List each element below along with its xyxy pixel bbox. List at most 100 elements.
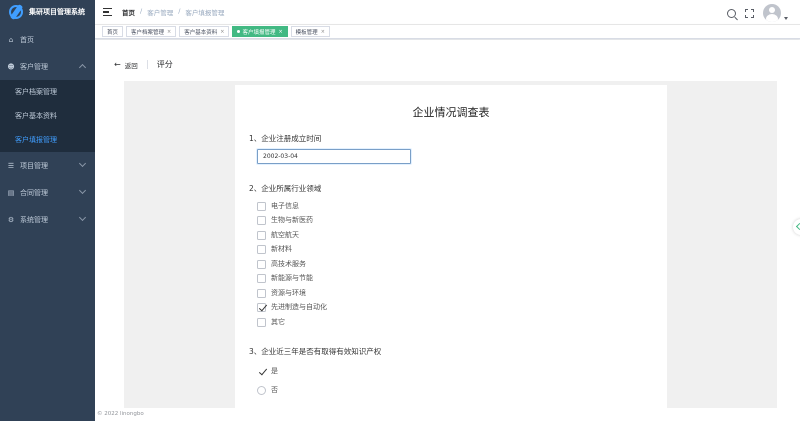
sidebar-item-label: 系统管理 [20, 215, 48, 224]
user-icon: ☻ [7, 62, 15, 71]
checkbox-option[interactable]: 生物与新医药 [257, 215, 313, 225]
sidebar-item-label: 客户管理 [20, 62, 48, 71]
divider [146, 60, 148, 69]
breadcrumb: 首页 / 客户管理 / 客户填报管理 [122, 7, 224, 17]
option-label: 其它 [271, 318, 285, 326]
checkbox-option[interactable]: 电子信息 [257, 201, 299, 211]
book-icon: ▤ [7, 188, 15, 197]
option-label: 生物与新医药 [271, 216, 313, 224]
radio-option[interactable]: 否 [257, 385, 278, 395]
gear-icon: ⚙ [7, 215, 15, 224]
caret-down-icon[interactable] [784, 16, 788, 20]
sidebar-item-customer-basic[interactable]: 客户基本资料 [0, 104, 95, 128]
list-icon: ☰ [7, 161, 15, 170]
question-2-label: 2、企业所属行业领域 [249, 184, 322, 193]
back-button[interactable]: ← 返回 [114, 60, 138, 70]
checkbox[interactable] [257, 230, 266, 240]
checkbox-checked[interactable] [257, 302, 266, 312]
checkbox[interactable] [257, 288, 266, 298]
close-icon[interactable]: × [321, 29, 325, 35]
breadcrumb-item[interactable]: 首页 [122, 7, 135, 17]
avatar[interactable] [763, 4, 781, 22]
sidebar-item-customer-report[interactable]: 客户填报管理 [0, 128, 95, 152]
tag-label: 首页 [107, 29, 119, 36]
sidebar-item-label: 客户基本资料 [15, 112, 57, 120]
question-3-label: 3、企业近三年是否有取得有效知识产权 [249, 347, 382, 356]
sidebar-item-customer[interactable]: ☻ 客户管理 [0, 53, 95, 80]
sidebar-item-label: 客户档案管理 [15, 88, 57, 96]
sidebar-item-customer-archive[interactable]: 客户档案管理 [0, 80, 95, 104]
sidebar-item-home[interactable]: ⌂ 首页 [0, 26, 95, 53]
checkbox-option[interactable]: 航空航天 [257, 230, 299, 240]
checkbox-option[interactable]: 高技术服务 [257, 259, 306, 269]
active-dot-icon [237, 30, 241, 33]
close-icon[interactable]: × [220, 29, 224, 35]
customer-submenu: 客户档案管理 客户基本资料 客户填报管理 [0, 80, 95, 152]
radio[interactable] [257, 385, 266, 395]
search-icon[interactable] [727, 8, 736, 18]
checkbox[interactable] [257, 317, 266, 327]
page-title: 评分 [156, 60, 173, 69]
chevron-up-icon [78, 63, 87, 72]
sidebar-item-system[interactable]: ⚙ 系统管理 [0, 206, 95, 233]
checkbox-option[interactable]: 资源与环境 [257, 288, 306, 298]
checkbox-option[interactable]: 新能源与节能 [257, 273, 313, 283]
checkbox[interactable] [257, 201, 266, 211]
sidebar-item-label: 首页 [20, 35, 34, 44]
fullscreen-icon[interactable] [745, 8, 754, 18]
checkbox[interactable] [257, 215, 266, 225]
option-label: 先进制造与自动化 [271, 303, 327, 311]
breadcrumb-item: 客户填报管理 [185, 9, 225, 17]
radio-option[interactable]: 是 [257, 366, 278, 376]
checkbox[interactable] [257, 244, 266, 254]
form-title: 企业情况调查表 [412, 106, 490, 119]
top-navbar: 首页 / 客户管理 / 客户填报管理 [95, 0, 800, 24]
option-label: 高技术服务 [271, 260, 306, 268]
tags-view: 首页 客户档案管理 × 客户基本资料 × 客户填报管理 × 模板管理 × [95, 24, 800, 39]
checkbox-option[interactable]: 先进制造与自动化 [257, 302, 327, 312]
tag-label: 客户填报管理 [242, 29, 276, 36]
tag-label: 模板管理 [295, 29, 318, 36]
checkbox-option[interactable]: 新材料 [257, 244, 292, 254]
close-icon[interactable]: × [167, 29, 171, 35]
sidebar-item-contract[interactable]: ▤ 合同管理 [0, 179, 95, 206]
option-label: 新材料 [271, 245, 292, 253]
chevron-down-icon [78, 159, 87, 168]
sidebar-item-project[interactable]: ☰ 项目管理 [0, 152, 95, 179]
hamburger-icon[interactable] [103, 8, 112, 16]
radio-checked[interactable] [257, 367, 266, 376]
chevron-down-icon [78, 186, 87, 195]
main-content: ← 返回 评分 企业情况调查表 1、企业注册成立时间 2002-03-04 2、… [95, 40, 800, 408]
page-header: ← 返回 评分 [114, 59, 173, 70]
option-label: 新能源与节能 [271, 274, 313, 282]
sidebar-menu: ⌂ 首页 ☻ 客户管理 客户档案管理 客户基本资料 客户填报管理 ☰ 项目管理 … [0, 26, 95, 233]
checkbox-option[interactable]: 其它 [257, 317, 285, 327]
option-label: 电子信息 [271, 202, 299, 210]
preview-area: 企业情况调查表 1、企业注册成立时间 2002-03-04 2、企业所属行业领域… [124, 81, 777, 408]
option-label: 资源与环境 [271, 289, 306, 297]
option-label: 航空航天 [271, 231, 299, 239]
tag-customer-report[interactable]: 客户填报管理 × [232, 26, 288, 37]
tag-template[interactable]: 模板管理 × [290, 26, 330, 37]
breadcrumb-separator: / [140, 7, 143, 15]
app-logo[interactable]: 集研项目管理系统 [0, 0, 95, 24]
sidebar: 集研项目管理系统 ⌂ 首页 ☻ 客户管理 客户档案管理 客户基本资料 客户填报管… [0, 0, 95, 421]
tag-customer-archive[interactable]: 客户档案管理 × [126, 26, 177, 37]
option-label: 是 [271, 367, 278, 375]
footer-bar [95, 408, 800, 421]
checkbox[interactable] [257, 259, 266, 269]
logo-icon [9, 5, 23, 19]
checkbox[interactable] [257, 273, 266, 283]
close-icon[interactable]: × [278, 29, 282, 35]
app-title: 集研项目管理系统 [29, 8, 85, 16]
option-label: 否 [271, 386, 278, 394]
date-field[interactable]: 2002-03-04 [257, 149, 411, 164]
tag-home[interactable]: 首页 [102, 26, 124, 37]
breadcrumb-separator: / [178, 7, 181, 15]
breadcrumb-item[interactable]: 客户管理 [147, 7, 173, 17]
tag-customer-basic[interactable]: 客户基本资料 × [179, 26, 230, 37]
sidebar-item-label: 客户填报管理 [15, 136, 57, 144]
back-label: 返回 [124, 61, 138, 70]
sidebar-item-label: 项目管理 [20, 161, 48, 170]
copyright: © 2022 linongbo [97, 411, 144, 417]
